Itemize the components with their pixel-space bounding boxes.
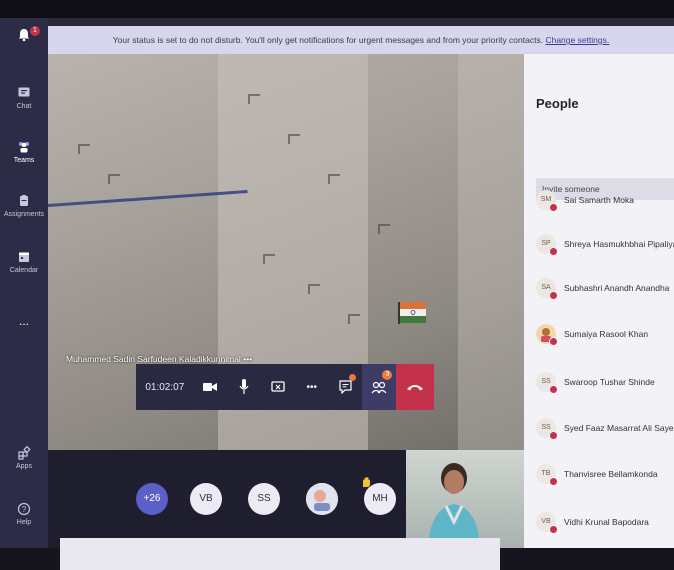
person-name: Syed Faaz Masarrat Ali Saye [564,423,674,433]
call-timer: 01:02:07 [145,381,185,393]
participant-avatar-ss[interactable]: SS [248,483,280,515]
person-row[interactable]: SM Sai Samarth Moka [536,190,674,212]
dnd-status-dot [549,247,558,256]
participant-strip: +26 VB SS MH [48,450,406,548]
dnd-status-dot [549,525,558,534]
participants-icon [371,381,387,394]
chat-toggle-button[interactable] [329,364,363,410]
wall-mark [263,254,275,264]
app-rail: 1 Chat Teams Assignments Calendar ... Ap… [0,18,48,548]
apps-icon [18,446,31,460]
rail-item-assignments[interactable]: Assignments [0,194,48,218]
avatar-photo-icon [306,483,338,515]
wall-mark [248,94,260,104]
svg-text:?: ? [22,505,27,514]
call-toolbar: 01:02:07 ••• 3 [136,364,434,410]
rail-item-more[interactable]: ... [0,314,48,328]
rail-item-teams[interactable]: Teams [0,140,48,164]
dnd-status-dot [549,477,558,486]
raised-hand-icon [363,477,370,487]
person-row[interactable]: SS Swaroop Tushar Shinde [536,372,674,394]
chat-icon [18,87,30,97]
help-icon: ? [17,502,31,516]
presenter-figure [428,463,480,548]
teams-window: 1 Chat Teams Assignments Calendar ... Ap… [0,18,674,548]
person-row[interactable]: SA Subhashri Anandh Anandha [536,278,674,300]
camera-icon [203,383,218,391]
person-name: Sumaiya Rasool Khan [564,329,649,339]
chat-notify-dot [348,374,356,381]
participant-avatar-vb[interactable]: VB [190,483,222,515]
share-screen-button[interactable] [261,364,295,410]
person-name: Shreya Hasmukhbhai Pipaliya [564,239,674,249]
assignments-icon [20,195,28,206]
more-apps-icon: ... [18,314,29,328]
speaker-name-label: Muhammed Sadin Sarfudeen Kaladikkunnimal… [66,354,252,364]
rail-label-assignments: Assignments [3,211,45,218]
dnd-status-dot [549,385,558,394]
dnd-status-banner: Your status is set to do not disturb. Yo… [48,26,674,54]
rail-label-teams: Teams [13,157,35,164]
wall-mark [288,134,300,144]
calendar-icon [19,252,29,262]
person-name: Thanvisree Bellamkonda [564,469,658,479]
wall-mark [328,174,340,184]
rail-item-activity[interactable]: 1 [0,26,48,45]
people-panel-title: People [536,96,579,111]
rail-label-apps: Apps [16,463,32,470]
more-actions-button[interactable]: ••• [295,364,329,410]
rail-item-apps[interactable]: Apps [0,446,48,470]
person-row[interactable]: SS Syed Faaz Masarrat Ali Saye [536,418,674,440]
wall-mark [108,174,120,184]
banner-message: Your status is set to do not disturb. Yo… [112,35,544,45]
person-name: Swaroop Tushar Shinde [564,377,655,387]
rail-label-calendar: Calendar [9,267,39,274]
speaker-more-icon[interactable]: ••• [243,354,252,364]
person-name: Vidhi Krunal Bapodara [564,517,649,527]
person-row[interactable]: TB Thanvisree Bellamkonda [536,464,674,486]
flag-drawing [398,302,426,324]
wall-panel-right [458,54,524,450]
person-name: Sai Samarth Moka [564,195,634,205]
teams-icon [19,142,29,153]
rail-item-help[interactable]: ? Help [0,502,48,526]
share-screen-icon [271,381,285,392]
people-panel: People Invite someone SM Sai Samarth Mok… [524,54,674,548]
hang-up-button[interactable] [396,364,434,410]
dnd-status-dot [549,337,558,346]
person-name: Subhashri Anandh Anandha [564,283,670,293]
chat-bubble-icon [339,380,352,394]
self-video-preview [406,450,524,548]
participants-button[interactable]: 3 [362,364,397,410]
rail-item-calendar[interactable]: Calendar [0,250,48,274]
change-settings-link[interactable]: Change settings. [545,35,609,45]
participant-avatar-photo[interactable] [306,483,338,515]
more-actions-icon: ••• [306,381,318,393]
camera-button[interactable] [194,364,228,410]
overflow-participants-button[interactable]: +26 [136,483,168,515]
person-row[interactable]: VB Vidhi Krunal Bapodara [536,512,674,534]
dnd-status-dot [549,291,558,300]
dnd-status-dot [549,431,558,440]
rail-item-chat[interactable]: Chat [0,86,48,110]
microphone-icon [239,379,249,394]
rail-label-chat: Chat [16,103,32,110]
rail-label-help: Help [16,519,32,526]
participants-badge: 3 [382,370,393,380]
speaker-name: Muhammed Sadin Sarfudeen Kaladikkunnimal [66,354,241,364]
dnd-status-dot [549,203,558,212]
wall-mark [348,314,360,324]
hang-up-icon [407,385,424,391]
person-row[interactable]: SP Shreya Hasmukhbhai Pipaliya [536,234,674,256]
wall-mark [78,144,90,154]
wall-mark [378,224,390,234]
person-row[interactable]: Sumaiya Rasool Khan [536,324,674,346]
paper-sheet [60,538,500,570]
mic-button[interactable] [227,364,261,410]
activity-badge: 1 [30,26,40,36]
wall-mark [308,284,320,294]
bell-icon [19,29,29,42]
